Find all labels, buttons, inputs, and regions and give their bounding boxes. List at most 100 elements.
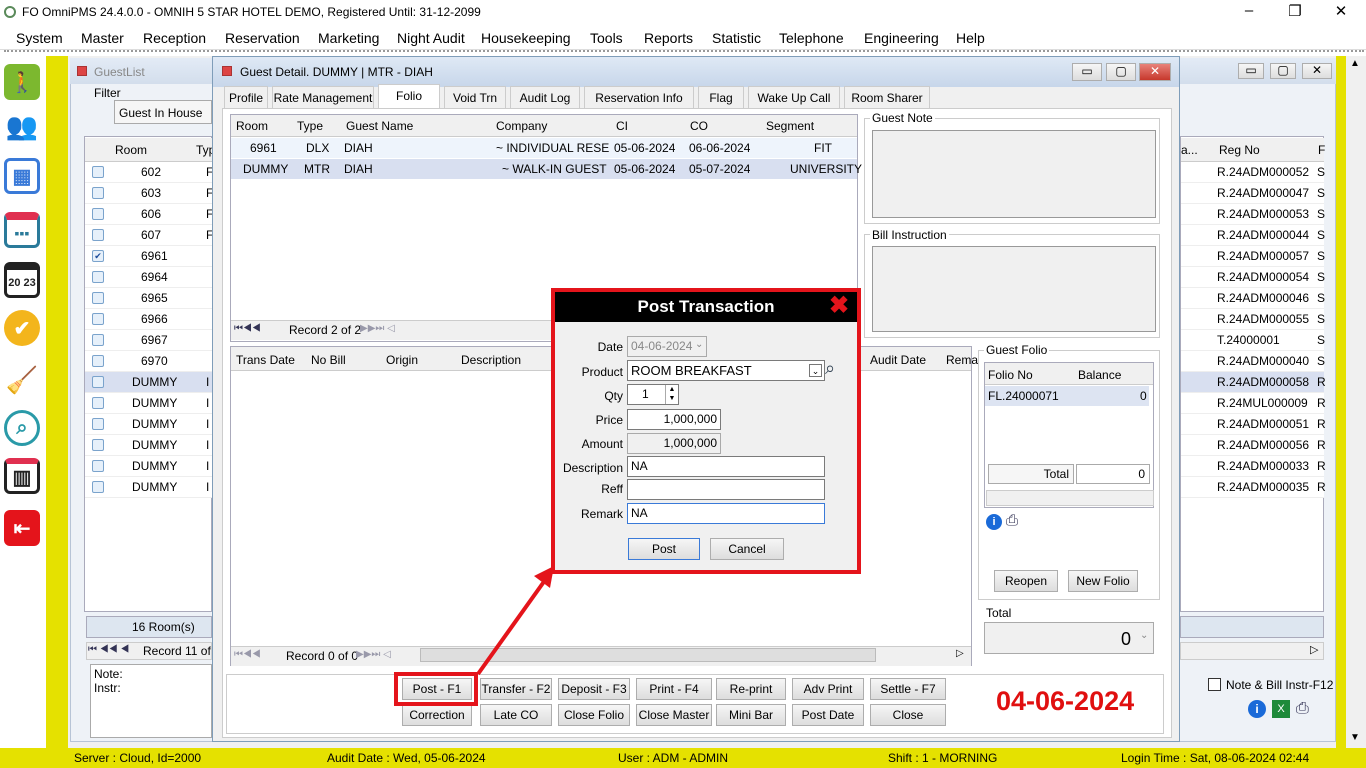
guestlist-nav-buttons[interactable]: ⏮ ◀◀ ◀ — [88, 644, 129, 655]
transfer-button[interactable]: Transfer - F2 — [480, 678, 552, 700]
guestlist-hscroll[interactable] — [1180, 642, 1324, 660]
row-checkbox[interactable] — [92, 229, 104, 241]
col-room[interactable]: Room — [236, 119, 268, 133]
filter-select[interactable]: Guest In House — [114, 100, 212, 124]
floorplan-icon[interactable]: ▦ — [4, 158, 40, 194]
product-dropdown-icon[interactable]: ⌄ — [809, 364, 822, 377]
col-company[interactable]: Company — [496, 119, 547, 133]
menu-reports[interactable]: Reports — [644, 30, 693, 46]
folio-hscroll[interactable] — [986, 490, 1154, 506]
close-folio-button[interactable]: Close Folio — [558, 704, 630, 726]
folio-info-icon[interactable]: i — [986, 514, 1002, 530]
search-chart-icon[interactable]: ⌕ — [4, 410, 40, 446]
row-checkbox[interactable] — [92, 166, 104, 178]
guestlist-minimize-button[interactable]: ▭ — [1238, 63, 1264, 79]
col-folio-no[interactable]: Folio No — [988, 368, 1033, 382]
tab-profile[interactable]: Profile — [224, 86, 268, 108]
col-no-bill[interactable]: No Bill — [311, 353, 346, 367]
col-room-header[interactable]: Room — [115, 143, 147, 157]
col-segment[interactable]: Segment — [766, 119, 814, 133]
minimize-button[interactable]: – — [1234, 2, 1264, 19]
calendar-2023-icon[interactable]: 20 23 — [4, 262, 40, 298]
walk-in-icon[interactable]: 🚶 — [4, 64, 40, 100]
row-checkbox[interactable] — [92, 271, 104, 283]
description-field[interactable]: NA — [627, 456, 825, 477]
row-checkbox[interactable] — [92, 187, 104, 199]
mini-bar-button[interactable]: Mini Bar — [716, 704, 786, 726]
date-dropdown-icon[interactable]: ⌄ — [695, 339, 703, 350]
post-submit-button[interactable]: Post — [628, 538, 700, 560]
menu-reception[interactable]: Reception — [143, 30, 206, 46]
row-checkbox[interactable] — [92, 208, 104, 220]
scroll-up-icon[interactable]: ▲ — [1350, 58, 1360, 69]
menu-reservation[interactable]: Reservation — [225, 30, 300, 46]
col-description[interactable]: Description — [461, 353, 521, 367]
tab-audit-log[interactable]: Audit Log — [510, 86, 580, 108]
row-checkbox[interactable] — [92, 439, 104, 451]
menu-telephone[interactable]: Telephone — [779, 30, 844, 46]
guestlist-close-button[interactable]: ✕ — [1302, 63, 1332, 79]
row-checkbox[interactable] — [92, 355, 104, 367]
calendar-icon[interactable]: ▪▪▪ — [4, 212, 40, 248]
users-icon[interactable]: 👥 — [4, 108, 40, 144]
col-a-header[interactable]: a... — [1181, 143, 1198, 157]
menu-marketing[interactable]: Marketing — [318, 30, 379, 46]
col-guest-name[interactable]: Guest Name — [346, 119, 413, 133]
product-field[interactable]: ROOM BREAKFAST — [627, 360, 825, 381]
close-master-button[interactable]: Close Master — [636, 704, 712, 726]
trans-scroll-right-icon[interactable]: ▷ — [956, 648, 964, 659]
reopen-button[interactable]: Reopen — [994, 570, 1058, 592]
total-dropdown-icon[interactable]: ⌄ — [1140, 630, 1148, 641]
reprint-button[interactable]: Re-print — [716, 678, 786, 700]
row-checkbox[interactable] — [92, 460, 104, 472]
qty-stepper[interactable]: ▲ ▼ — [665, 385, 678, 404]
deposit-button[interactable]: Deposit - F3 — [558, 678, 630, 700]
tab-reservation-info[interactable]: Reservation Info — [584, 86, 694, 108]
excel-icon[interactable]: X — [1272, 700, 1290, 718]
scroll-down-icon[interactable]: ▼ — [1350, 732, 1360, 743]
col-balance[interactable]: Balance — [1078, 368, 1121, 382]
info-icon[interactable]: i — [1248, 700, 1266, 718]
late-co-button[interactable]: Late CO — [480, 704, 552, 726]
tab-flag[interactable]: Flag — [698, 86, 744, 108]
product-search-icon[interactable]: ⌕ — [825, 358, 835, 379]
folio-print-icon[interactable]: ⎙ — [1006, 512, 1018, 529]
post-date-button[interactable]: Post Date — [792, 704, 864, 726]
room-nav-next[interactable]: ▶▶⏭ ◁ — [360, 323, 395, 334]
tab-rate-management[interactable]: Rate Management — [272, 86, 374, 108]
tab-folio[interactable]: Folio — [378, 84, 440, 109]
remark-field[interactable]: NA — [627, 503, 825, 524]
tab-wake-up-call[interactable]: Wake Up Call — [748, 86, 840, 108]
new-folio-button[interactable]: New Folio — [1068, 570, 1138, 592]
menu-housekeeping[interactable]: Housekeeping — [481, 30, 571, 46]
reff-field[interactable] — [627, 479, 825, 500]
badge-check-icon[interactable]: ✔ — [4, 310, 40, 346]
col-audit-date[interactable]: Audit Date — [870, 353, 926, 367]
col-s-header[interactable]: F — [1318, 143, 1325, 157]
guest-note-field[interactable] — [872, 130, 1156, 218]
adv-print-button[interactable]: Adv Print — [792, 678, 864, 700]
price-field[interactable]: 1,000,000 — [627, 409, 721, 430]
trans-nav-prev[interactable]: ⏮◀◀ — [234, 649, 261, 660]
print-button[interactable]: Print - F4 — [636, 678, 712, 700]
row-checkbox[interactable] — [92, 481, 104, 493]
room-nav-buttons[interactable]: ⏮◀◀ — [234, 323, 261, 334]
menu-night-audit[interactable]: Night Audit — [397, 30, 465, 46]
row-checkbox[interactable] — [92, 376, 104, 388]
cancel-button[interactable]: Cancel — [710, 538, 784, 560]
menu-system[interactable]: System — [16, 30, 63, 46]
col-trans-date[interactable]: Trans Date — [236, 353, 295, 367]
col-origin[interactable]: Origin — [386, 353, 418, 367]
exit-icon[interactable]: ⇤ — [4, 510, 40, 546]
row-checkbox[interactable] — [92, 418, 104, 430]
row-checkbox[interactable] — [92, 313, 104, 325]
col-co[interactable]: CO — [690, 119, 708, 133]
maximize-button[interactable]: ❐ — [1280, 2, 1310, 20]
menu-tools[interactable]: Tools — [590, 30, 623, 46]
bar-chart-icon[interactable]: ▥ — [4, 458, 40, 494]
col-remark[interactable]: Rema — [946, 353, 978, 367]
row-checkbox[interactable]: ✔ — [92, 250, 104, 262]
col-ci[interactable]: CI — [616, 119, 628, 133]
guestlist-maximize-button[interactable]: ▢ — [1270, 63, 1296, 79]
trans-nav-next[interactable]: ▶▶⏭ ◁ — [356, 649, 391, 660]
